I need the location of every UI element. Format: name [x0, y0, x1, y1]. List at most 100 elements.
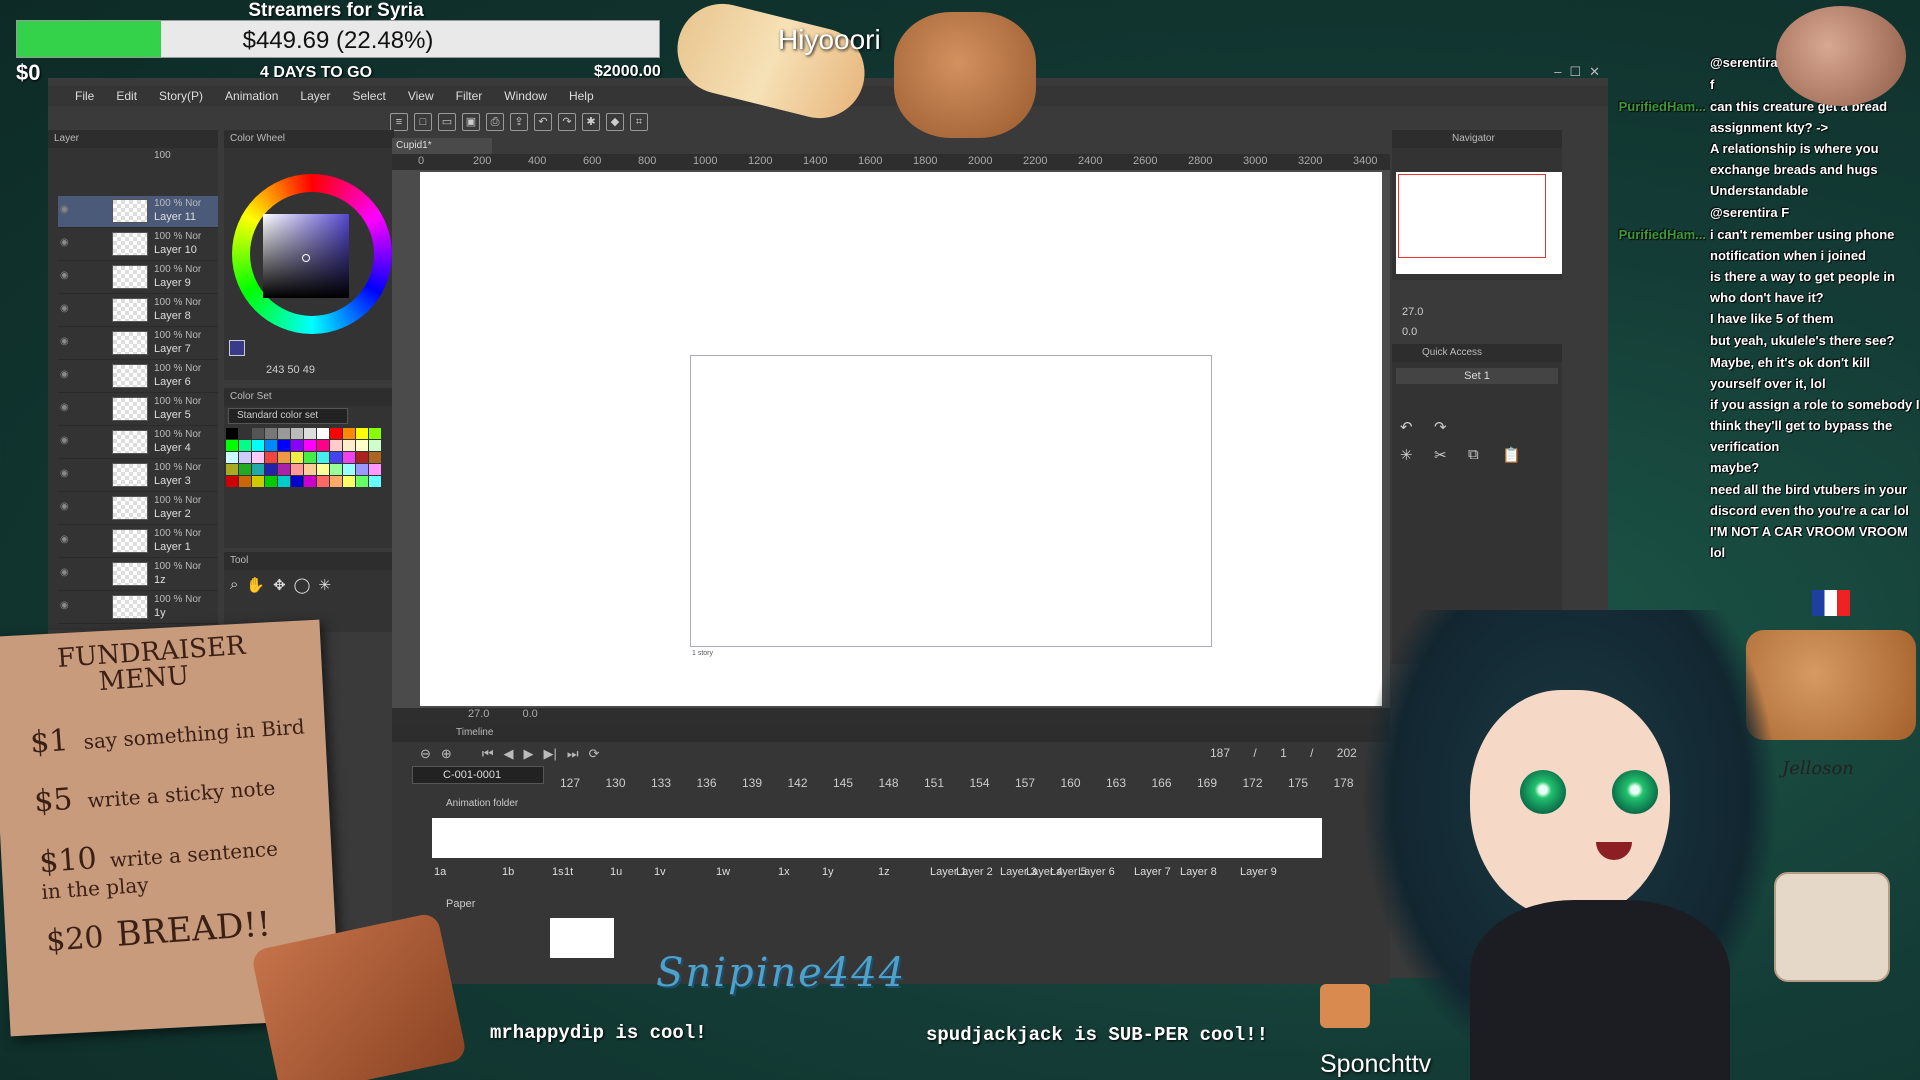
layer-row[interactable]: ◉ 100 % Nor Layer 4 [58, 427, 218, 459]
color-swatch[interactable] [239, 428, 251, 439]
color-swatch[interactable] [356, 452, 368, 463]
color-swatch[interactable] [343, 428, 355, 439]
zoom-in-icon[interactable]: ⊕ [441, 746, 452, 762]
eye-icon[interactable]: ◉ [60, 468, 69, 479]
color-swatch[interactable] [304, 452, 316, 463]
eye-icon[interactable]: ◉ [60, 270, 69, 281]
color-swatch[interactable] [265, 428, 277, 439]
layer-row[interactable]: ◉ 100 % Nor Layer 9 [58, 262, 218, 294]
navigator-zoom[interactable]: 27.0 [1402, 306, 1423, 318]
new-file-icon[interactable]: □ [414, 113, 432, 131]
prev-frame-icon[interactable]: ◀ [504, 746, 514, 762]
color-swatch[interactable] [239, 464, 251, 475]
menu-file[interactable]: File [64, 89, 105, 103]
color-swatch[interactable] [330, 464, 342, 475]
chat-username[interactable]: PurifiedHam... [1604, 224, 1706, 245]
layer-row[interactable]: ◉ 100 % Nor Layer 7 [58, 328, 218, 360]
color-swatch[interactable] [369, 464, 381, 475]
color-swatch[interactable] [317, 428, 329, 439]
color-swatch[interactable] [356, 476, 368, 487]
color-swatch[interactable] [278, 428, 290, 439]
crop-icon[interactable]: ⌗ [630, 113, 648, 131]
color-swatch[interactable] [252, 428, 264, 439]
save-icon[interactable]: ▣ [462, 113, 480, 131]
menu-layer[interactable]: Layer [289, 89, 341, 103]
eye-icon[interactable]: ◉ [60, 600, 69, 611]
color-swatch[interactable] [356, 464, 368, 475]
wand-tool-icon[interactable]: ✳ [318, 576, 331, 594]
timeline-select[interactable]: C-001-0001 [412, 766, 544, 784]
eye-icon[interactable]: ◉ [60, 567, 69, 578]
color-set-select[interactable]: Standard color set [228, 408, 348, 424]
eye-icon[interactable]: ◉ [60, 303, 69, 314]
color-swatch[interactable] [330, 476, 342, 487]
color-swatch[interactable] [369, 428, 381, 439]
undo-icon[interactable]: ↶ [534, 113, 552, 131]
color-swatch[interactable] [343, 452, 355, 463]
color-swatch[interactable] [226, 464, 238, 475]
color-swatch[interactable] [265, 452, 277, 463]
eye-icon[interactable]: ◉ [60, 534, 69, 545]
layer-row[interactable]: ◉ 100 % Nor Layer 5 [58, 394, 218, 426]
menu-animation[interactable]: Animation [214, 89, 289, 103]
color-swatch[interactable] [317, 464, 329, 475]
export-icon[interactable]: ⇪ [510, 113, 528, 131]
color-swatch[interactable] [265, 476, 277, 487]
redo-icon[interactable]: ↷ [558, 113, 576, 131]
color-picker-handle[interactable] [302, 254, 310, 262]
menu-select[interactable]: Select [341, 89, 396, 103]
color-swatch[interactable] [226, 452, 238, 463]
play-icon[interactable]: ▶ [524, 746, 534, 762]
layer-row[interactable]: ◉ 100 % Nor Layer 10 [58, 229, 218, 261]
menu-filter[interactable]: Filter [445, 89, 494, 103]
color-swatch[interactable] [330, 452, 342, 463]
menu-edit[interactable]: Edit [105, 89, 148, 103]
color-swatch[interactable] [226, 476, 238, 487]
timeline-cells-track[interactable] [432, 818, 1322, 858]
fill-icon[interactable]: ◆ [606, 113, 624, 131]
lasso-tool-icon[interactable]: ◯ [294, 576, 311, 594]
print-icon[interactable]: ⎙ [486, 113, 504, 131]
color-swatch[interactable] [226, 440, 238, 451]
color-swatch[interactable] [304, 464, 316, 475]
eye-icon[interactable]: ◉ [60, 369, 69, 380]
color-swatch[interactable] [291, 464, 303, 475]
color-swatch[interactable] [369, 440, 381, 451]
menu-icon[interactable]: ≡ [390, 113, 408, 131]
color-swatch[interactable] [278, 440, 290, 451]
transform-icon[interactable]: ✱ [582, 113, 600, 131]
color-swatch[interactable] [291, 476, 303, 487]
color-swatch[interactable] [239, 440, 251, 451]
color-swatch[interactable] [330, 440, 342, 451]
color-swatch[interactable] [304, 428, 316, 439]
color-swatch[interactable] [304, 440, 316, 451]
eye-icon[interactable]: ◉ [60, 435, 69, 446]
eye-icon[interactable]: ◉ [60, 501, 69, 512]
color-swatch[interactable] [343, 464, 355, 475]
color-swatch[interactable] [226, 428, 238, 439]
color-swatch[interactable] [343, 440, 355, 451]
canvas-tab[interactable]: Cupid1* [392, 138, 492, 154]
color-swatch[interactable] [304, 476, 316, 487]
color-swatch[interactable] [356, 428, 368, 439]
redo-icon[interactable]: ↷ [1434, 418, 1458, 436]
eye-icon[interactable]: ◉ [60, 204, 69, 215]
menu-help[interactable]: Help [558, 89, 605, 103]
color-swatch[interactable] [252, 440, 264, 451]
zoom-tool-icon[interactable]: ⌕ [230, 576, 238, 594]
layer-row[interactable]: ◉ 100 % Nor Layer 2 [58, 493, 218, 525]
color-swatch[interactable] [265, 440, 277, 451]
next-frame-icon[interactable]: ▶| [544, 746, 557, 762]
color-swatch[interactable] [317, 476, 329, 487]
color-swatch[interactable] [343, 476, 355, 487]
paste-icon[interactable]: 📋 [1502, 446, 1526, 464]
eye-icon[interactable]: ◉ [60, 336, 69, 347]
eye-icon[interactable]: ◉ [60, 402, 69, 413]
layer-row[interactable]: ◉ 100 % Nor Layer 3 [58, 460, 218, 492]
color-swatch[interactable] [356, 440, 368, 451]
cut-icon[interactable]: ✂ [1434, 446, 1458, 464]
menu-story[interactable]: Story(P) [148, 89, 214, 103]
layer-opacity[interactable]: 100 [154, 150, 171, 161]
color-swatch[interactable] [369, 452, 381, 463]
minimize-icon[interactable]: – [1554, 64, 1561, 80]
